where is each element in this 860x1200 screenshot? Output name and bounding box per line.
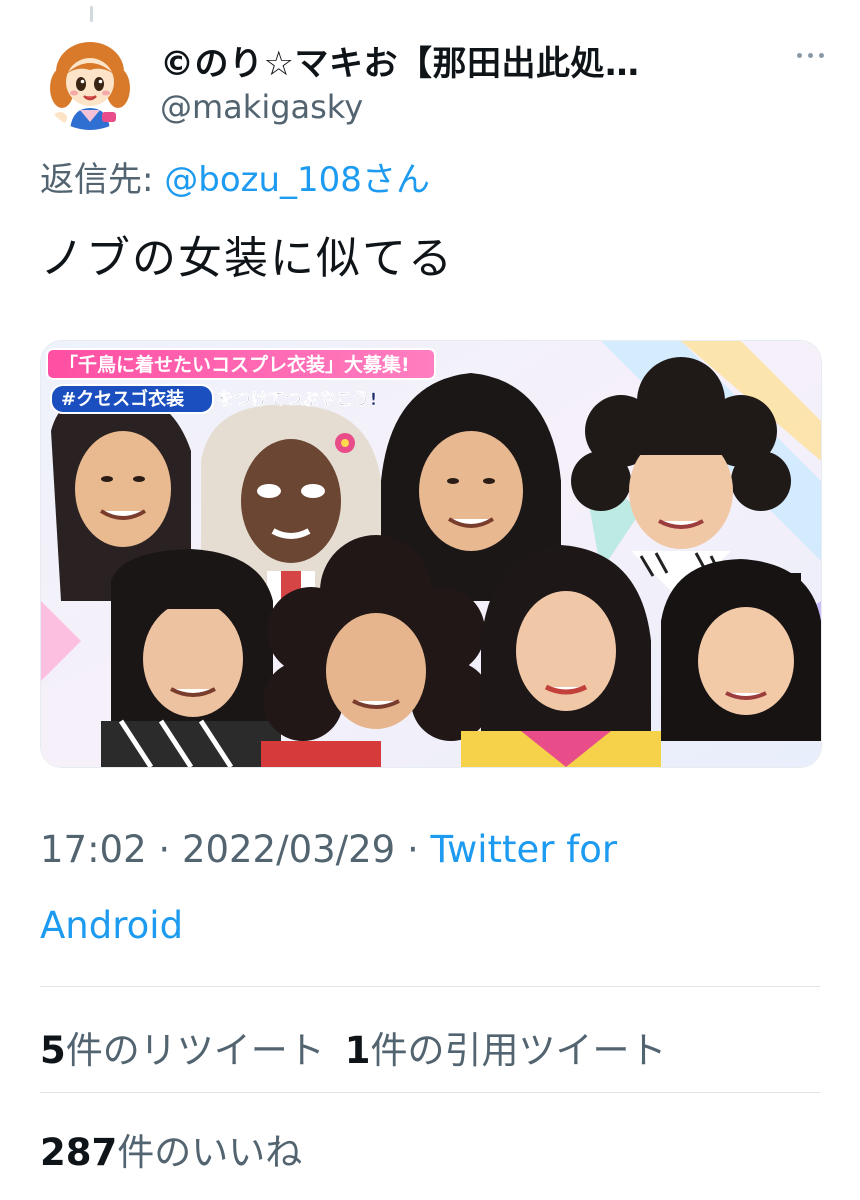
separator: · [146, 828, 182, 871]
avatar[interactable] [40, 30, 140, 130]
retweets-count: 5 [40, 1029, 66, 1072]
tweet-header: ©のり☆マキお【那田出此処… @makigasky [40, 28, 830, 138]
banner-line2: をつけてつぶやこう! [217, 390, 377, 410]
reply-prefix: 返信先: [40, 160, 165, 200]
tweet-date[interactable]: 2022/03/29 [182, 828, 395, 871]
cartoon-girl-avatar-icon [40, 30, 140, 130]
person-8 [661, 559, 821, 741]
reply-context: 返信先: @bozu_108さん [40, 152, 430, 201]
more-options-icon[interactable] [790, 40, 830, 70]
likes-count: 287 [40, 1131, 118, 1174]
separator: · [395, 828, 431, 871]
retweets-label: 件のリツイート [65, 1029, 325, 1072]
display-name[interactable]: ©のり☆マキお【那田出此処… [160, 36, 639, 85]
banner-line1: 「千鳥に着せたいコスプレ衣装」大募集! [59, 353, 410, 376]
reply-mention-link[interactable]: @bozu_108さん [164, 160, 430, 200]
quote-tweets-stat[interactable]: 1件の引用ツイート [345, 1020, 667, 1074]
quotes-count: 1 [344, 1029, 371, 1072]
dot [807, 52, 813, 58]
engagement-stats: 5件のリツイート 1件の引用ツイート [40, 1020, 687, 1074]
retweets-stat[interactable]: 5件のリツイート [40, 1020, 325, 1074]
user-handle[interactable]: @makigasky [160, 88, 363, 126]
likes-label: 件のいいね [117, 1131, 303, 1174]
divider [40, 986, 820, 987]
tweet-text: ノブの女装に似てる [40, 233, 454, 284]
dot [796, 52, 802, 58]
scroll-indicator [90, 6, 93, 22]
tweet-time[interactable]: 17:02 [40, 828, 147, 871]
tweet-media-image[interactable]: 「千鳥に着せたいコスプレ衣装」大募集! #クセスゴ衣装 をつけてつぶやこう! [40, 340, 822, 768]
dot [818, 52, 824, 58]
quotes-label: 件の引用ツイート [370, 1029, 667, 1072]
tv-screenshot-image: 「千鳥に着せたいコスプレ衣装」大募集! #クセスゴ衣装 をつけてつぶやこう! [41, 341, 821, 767]
divider [40, 1092, 820, 1093]
tweet-timestamp-line: 17:02 · 2022/03/29 · Twitter for [40, 828, 617, 871]
tweet-source-link-continued[interactable]: Android [40, 904, 183, 947]
likes-stat[interactable]: 287件のいいね [40, 1122, 302, 1176]
banner-hashtag: #クセスゴ衣装 [61, 388, 184, 410]
person-5 [101, 549, 281, 767]
tweet-source-link[interactable]: Twitter for [431, 828, 618, 871]
